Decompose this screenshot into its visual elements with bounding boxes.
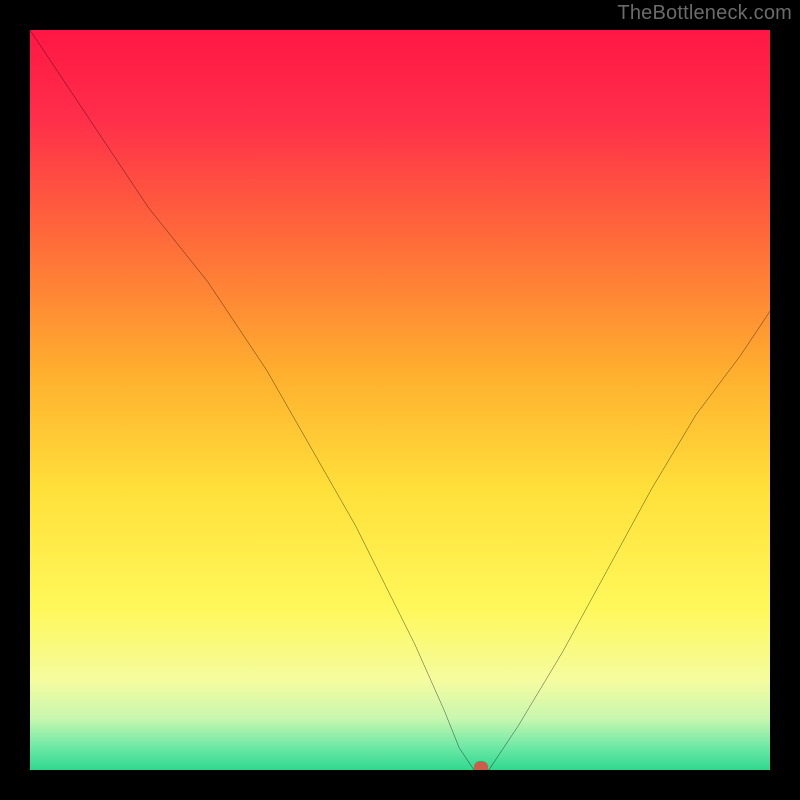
optimal-point-marker [474,761,488,770]
watermark-text: TheBottleneck.com [617,2,792,25]
bottleneck-curve [30,30,770,770]
plot-area [30,30,770,770]
chart-frame: TheBottleneck.com [0,0,800,800]
